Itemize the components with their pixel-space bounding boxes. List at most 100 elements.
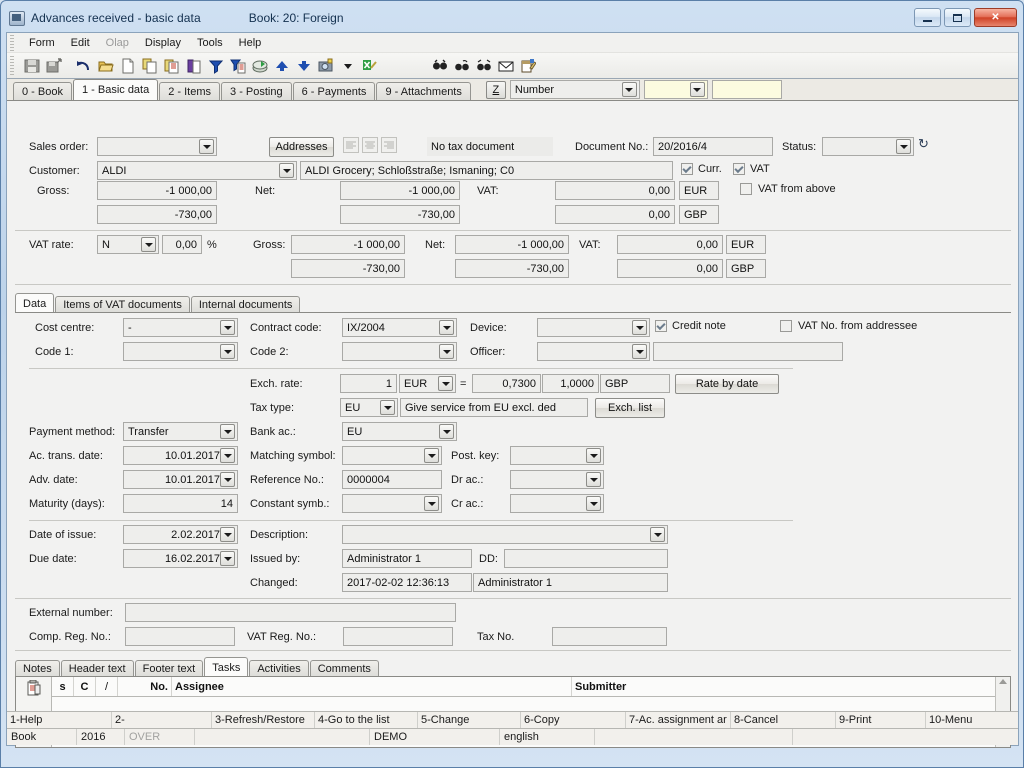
scroll-up-icon[interactable]	[999, 679, 1007, 684]
payment-method-select[interactable]: Transfer	[123, 422, 238, 441]
grid-col-submitter[interactable]: Submitter	[572, 677, 995, 696]
rate-by-date-button[interactable]: Rate by date	[675, 374, 779, 394]
tab-posting[interactable]: 3 - Posting	[221, 82, 292, 100]
exch-rate-unit-input[interactable]: 1,0000	[542, 374, 599, 393]
clipboard-icon[interactable]	[27, 680, 41, 696]
menu-tools[interactable]: Tools	[189, 35, 231, 51]
post-key-select[interactable]	[510, 446, 604, 465]
chevron-down-icon[interactable]	[220, 320, 235, 335]
grid-col-assignee[interactable]: Assignee	[172, 677, 572, 696]
credit-note-group[interactable]: Credit note	[655, 320, 726, 332]
chevron-down-icon[interactable]	[439, 424, 454, 439]
minimize-button[interactable]	[914, 8, 941, 27]
vat-from-above-group[interactable]: VAT from above	[740, 183, 836, 195]
inner-tab-data[interactable]: Data	[15, 293, 55, 313]
chevron-down-icon[interactable]	[220, 424, 235, 439]
history-revert-icon[interactable]: ↻	[918, 136, 929, 152]
open-folder-icon[interactable]	[95, 55, 117, 77]
align-center-icon[interactable]	[362, 137, 378, 153]
gross-secondary-input[interactable]: -730,00	[97, 205, 217, 224]
fkey-5[interactable]: 5-Change	[418, 712, 521, 728]
book-icon[interactable]	[183, 55, 205, 77]
find-icon[interactable]	[429, 55, 451, 77]
fkey-6[interactable]: 6-Copy	[521, 712, 626, 728]
bank-ac-select[interactable]: EU	[342, 422, 457, 441]
filter-list-icon[interactable]	[227, 55, 249, 77]
camera-icon[interactable]	[315, 55, 337, 77]
quick-search-mode-select[interactable]: Number	[509, 80, 640, 99]
dd-field[interactable]	[504, 549, 668, 568]
menu-form[interactable]: Form	[21, 35, 63, 51]
undo-icon[interactable]	[73, 55, 95, 77]
chevron-down-icon[interactable]	[632, 320, 647, 335]
chevron-down-icon[interactable]	[896, 139, 911, 154]
vat-reg-no-input[interactable]	[343, 627, 453, 646]
device-select[interactable]	[537, 318, 650, 337]
curr-checkbox-group[interactable]: Curr.	[681, 163, 722, 175]
curr-checkbox[interactable]	[681, 163, 693, 175]
grid-col-c[interactable]: C	[74, 677, 96, 696]
grid-col-no[interactable]: No.	[118, 677, 172, 696]
dropdown-arrow-icon[interactable]	[337, 55, 359, 77]
chevron-down-icon[interactable]	[220, 344, 235, 359]
vat-rate-percent-input[interactable]: 0,00	[162, 235, 202, 254]
chevron-down-icon[interactable]	[632, 344, 647, 359]
quick-search-value-combo[interactable]	[643, 80, 708, 99]
align-left-icon[interactable]	[343, 137, 359, 153]
date-of-issue-picker[interactable]: 2.02.2017	[123, 525, 238, 544]
paste-icon[interactable]	[161, 55, 183, 77]
due-date-picker[interactable]: 16.02.2017	[123, 549, 238, 568]
save-exit-icon[interactable]	[43, 55, 65, 77]
gross-primary-input[interactable]: -1 000,00	[97, 181, 217, 200]
vat-rate-vat-secondary[interactable]: 0,00	[617, 259, 723, 278]
sales-order-select[interactable]	[97, 137, 217, 156]
dr-ac-select[interactable]	[510, 470, 604, 489]
vat-rate-vat-primary[interactable]: 0,00	[617, 235, 723, 254]
ac-trans-date-picker[interactable]: 10.01.2017	[123, 446, 238, 465]
save-icon[interactable]	[21, 55, 43, 77]
tab-attachments[interactable]: 9 - Attachments	[376, 82, 471, 100]
chevron-down-icon[interactable]	[586, 496, 601, 511]
vat-secondary-input[interactable]: 0,00	[555, 205, 675, 224]
export-excel-icon[interactable]	[359, 55, 381, 77]
net-secondary-input[interactable]: -730,00	[340, 205, 460, 224]
chevron-down-icon[interactable]	[279, 163, 294, 178]
fkey-3[interactable]: 3-Refresh/Restore	[212, 712, 315, 728]
chevron-down-icon[interactable]	[621, 82, 637, 97]
vat-rate-code-select[interactable]: N	[97, 235, 159, 254]
vat-checkbox[interactable]	[733, 163, 745, 175]
fkey-7[interactable]: 7-Ac. assignment ar	[626, 712, 731, 728]
bottom-tab-comments[interactable]: Comments	[309, 660, 379, 677]
menu-display[interactable]: Display	[137, 35, 189, 51]
vat-from-above-checkbox[interactable]	[740, 183, 752, 195]
grid-col-s[interactable]: s	[52, 677, 74, 696]
edit-note-icon[interactable]	[517, 55, 539, 77]
tax-no-input[interactable]	[552, 627, 667, 646]
adv-date-picker[interactable]: 10.01.2017	[123, 470, 238, 489]
chevron-down-icon[interactable]	[438, 376, 453, 391]
tab-items[interactable]: 2 - Items	[159, 82, 221, 100]
tax-type-select[interactable]: EU	[340, 398, 398, 417]
chevron-down-icon[interactable]	[424, 448, 439, 463]
fkey-8[interactable]: 8-Cancel	[731, 712, 836, 728]
maturity-input[interactable]: 14	[123, 494, 238, 513]
customer-select[interactable]: ALDI	[97, 161, 297, 180]
find-next-icon[interactable]	[451, 55, 473, 77]
vat-checkbox-group[interactable]: VAT	[733, 163, 770, 175]
net-primary-input[interactable]: -1 000,00	[340, 181, 460, 200]
chevron-down-icon[interactable]	[220, 527, 235, 542]
find-prev-icon[interactable]	[473, 55, 495, 77]
close-button[interactable]: ✕	[974, 8, 1017, 27]
vat-rate-gross-primary[interactable]: -1 000,00	[291, 235, 405, 254]
exch-rate-amount-input[interactable]: 1	[340, 374, 397, 393]
constant-symb-select[interactable]	[342, 494, 442, 513]
bottom-tab-tasks[interactable]: Tasks	[204, 657, 249, 677]
code2-select[interactable]	[342, 342, 457, 361]
comp-reg-no-input[interactable]	[125, 627, 235, 646]
reference-no-input[interactable]: 0000004	[342, 470, 442, 489]
document-no-input[interactable]: 20/2016/4	[653, 137, 773, 156]
vat-no-from-addressee-checkbox[interactable]	[780, 320, 792, 332]
inner-tab-internal-documents[interactable]: Internal documents	[190, 296, 301, 313]
chevron-down-icon[interactable]	[220, 448, 235, 463]
up-arrow-icon[interactable]	[271, 55, 293, 77]
